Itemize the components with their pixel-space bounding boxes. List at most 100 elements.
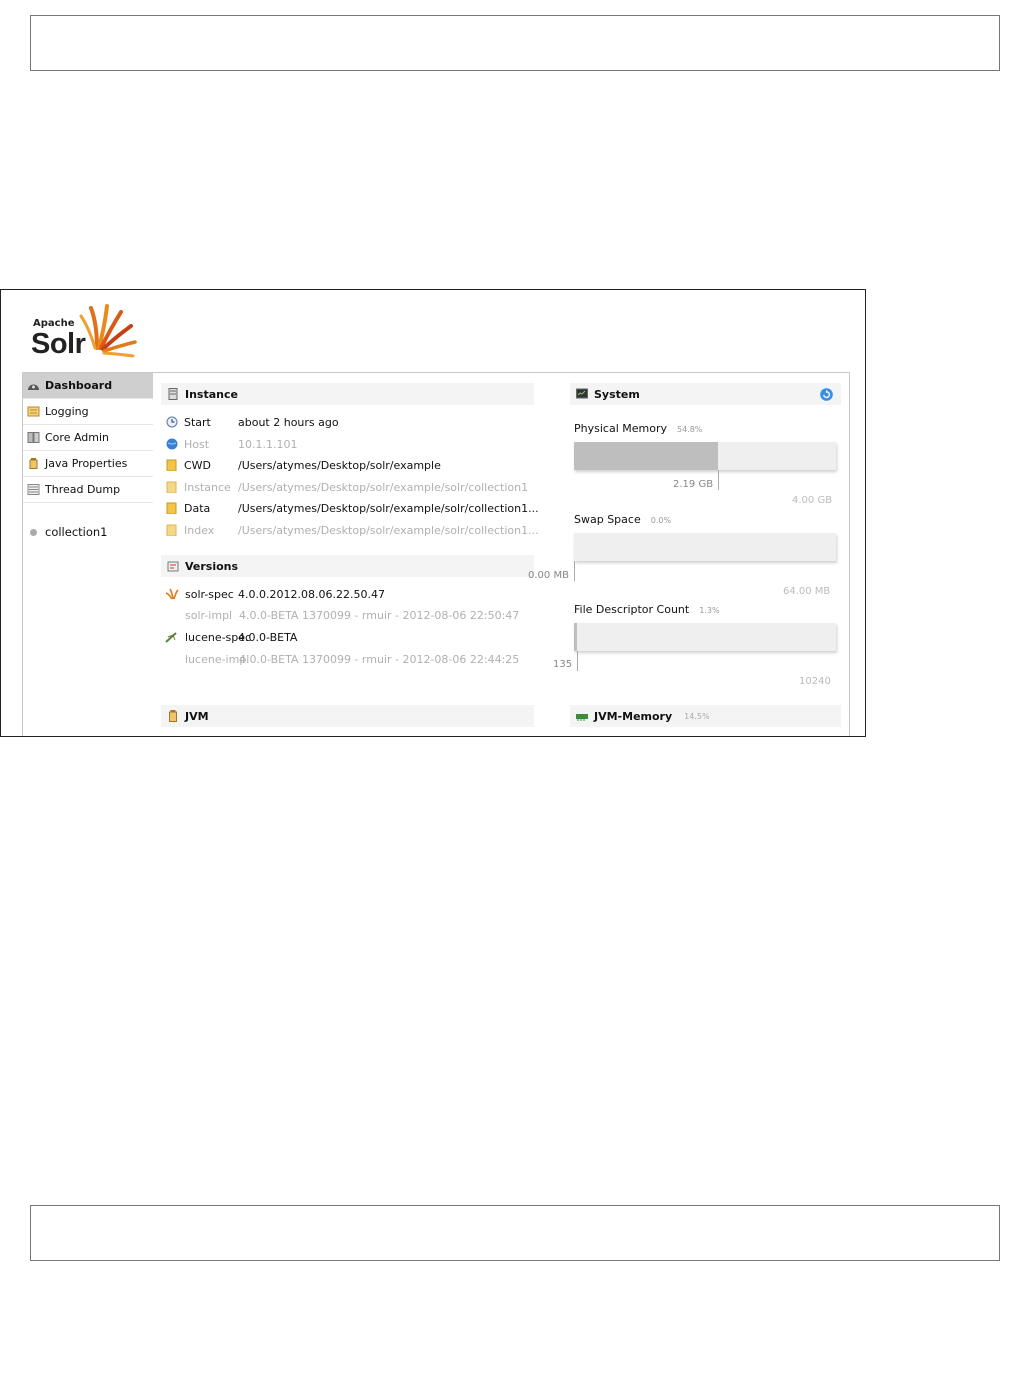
sidebar: Dashboard Logging Core Admin Java Proper… — [23, 373, 153, 545]
row-label: lucene-spec — [185, 630, 252, 644]
dashboard-icon — [28, 384, 39, 390]
monitor-icon — [576, 388, 588, 399]
globe-icon — [166, 438, 178, 450]
instance-row-data: Data /Users/atymes/Desktop/solr/example/… — [166, 499, 539, 517]
file-descriptor-bar — [574, 623, 836, 671]
server-icon — [168, 388, 178, 400]
row-value: /Users/atymes/Desktop/solr/example/solr/… — [238, 523, 539, 537]
solr-admin-screenshot: Apache Solr Dashboard Logging Core Admin… — [0, 289, 866, 737]
file-descriptor-used: 135 — [553, 659, 573, 670]
row-value: 4.0.0-BETA 1370099 - rmuir - 2012-08-06 … — [239, 652, 520, 666]
sidebar-item-thread-dump[interactable]: Thread Dump — [23, 477, 153, 503]
sidebar-item-label: Thread Dump — [45, 483, 121, 496]
row-label: solr-impl — [185, 608, 233, 622]
jvm-memory-header: JVM-Memory 14.5% — [570, 705, 841, 727]
swap-space-label: Swap Space 0.0% — [574, 513, 671, 526]
jvm-title: JVM — [185, 709, 209, 723]
row-value: 4.0.0-BETA — [238, 630, 298, 644]
system-header: System — [570, 383, 841, 405]
version-row-lucene-impl: lucene-impl 4.0.0-BETA 1370099 - rmuir -… — [185, 650, 519, 668]
thread-dump-icon — [27, 484, 40, 495]
version-row-solr-impl: solr-impl 4.0.0-BETA 1370099 - rmuir - 2… — [185, 606, 519, 624]
core-label: collection1 — [45, 525, 108, 539]
sidebar-item-dashboard[interactable]: Dashboard — [23, 373, 153, 399]
instance-row-host: Host 10.1.1.101 — [166, 435, 297, 453]
physical-memory-used: 2.19 GB — [673, 479, 714, 490]
core-admin-icon — [27, 432, 40, 443]
versions-header: Versions — [161, 555, 534, 577]
refresh-icon[interactable] — [820, 388, 833, 401]
swap-space-bar — [574, 533, 836, 581]
solr-icon — [165, 588, 179, 600]
physical-memory-label: Physical Memory 54.8% — [574, 422, 702, 435]
jvm-header: JVM — [161, 705, 534, 727]
sidebar-item-label: Dashboard — [45, 379, 113, 392]
row-value: /Users/atymes/Desktop/solr/example — [238, 458, 441, 472]
file-descriptor-total: 10240 — [799, 676, 831, 687]
java-icon — [29, 458, 38, 469]
physical-memory-title: Physical Memory — [574, 422, 667, 435]
folder-icon — [166, 481, 177, 493]
logging-icon — [27, 406, 40, 417]
swap-space-pct: 0.0% — [650, 516, 672, 525]
instance-header: Instance — [161, 383, 534, 405]
sidebar-item-logging[interactable]: Logging — [23, 399, 153, 425]
file-descriptor-pct: 1.3% — [699, 606, 720, 615]
core-item-collection1[interactable]: collection1 — [23, 519, 153, 545]
lucene-icon — [165, 632, 177, 643]
solr-logo: Apache Solr — [31, 302, 141, 362]
versions-icon — [167, 561, 179, 572]
physical-memory-bar — [574, 442, 836, 490]
row-label: Data — [184, 501, 211, 515]
row-label: Instance — [184, 480, 231, 494]
swap-space-title: Swap Space — [574, 513, 641, 526]
versions-title: Versions — [185, 559, 239, 573]
clock-icon — [166, 416, 178, 428]
row-value: 4.0.0.2012.08.06.22.50.47 — [238, 587, 385, 601]
instance-row-index: Index /Users/atymes/Desktop/solr/example… — [166, 521, 539, 539]
row-label: lucene-impl — [185, 652, 250, 666]
row-value: 10.1.1.101 — [238, 437, 298, 451]
instance-row-start: Start about 2 hours ago — [166, 413, 339, 431]
memory-chip-icon — [576, 714, 588, 721]
sidebar-item-label: Logging — [45, 405, 89, 418]
jvm-memory-pct: 14.5% — [684, 711, 710, 721]
row-label: CWD — [184, 458, 212, 472]
folder-icon — [166, 459, 177, 471]
row-label: solr-spec — [185, 587, 234, 601]
swap-space-used: 0.00 MB — [528, 570, 569, 581]
bar-used-tick — [717, 470, 719, 490]
folder-icon — [166, 524, 177, 536]
instance-row-instance: Instance /Users/atymes/Desktop/solr/exam… — [166, 478, 528, 496]
java-icon — [169, 710, 177, 722]
swap-space-total: 64.00 MB — [783, 586, 831, 597]
sun-logo-icon — [79, 304, 137, 358]
row-value: about 2 hours ago — [238, 415, 339, 429]
document-frame-bottom — [30, 1205, 1000, 1261]
bar-used-tick — [574, 561, 575, 581]
row-value: 4.0.0-BETA 1370099 - rmuir - 2012-08-06 … — [239, 608, 520, 622]
file-descriptor-fill — [574, 623, 578, 651]
core-status-dot — [30, 528, 37, 536]
sidebar-item-label: Core Admin — [45, 431, 110, 444]
version-row-lucene-spec: lucene-spec 4.0.0-BETA — [165, 628, 297, 646]
physical-memory-total: 4.00 GB — [792, 495, 833, 506]
row-value: /Users/atymes/Desktop/solr/example/solr/… — [238, 480, 529, 494]
file-descriptor-title: File Descriptor Count — [574, 603, 690, 616]
row-label: Host — [184, 437, 210, 451]
physical-memory-fill — [574, 442, 718, 470]
instance-title: Instance — [185, 387, 238, 401]
row-value: /Users/atymes/Desktop/solr/example/solr/… — [238, 501, 539, 515]
system-title: System — [594, 387, 640, 401]
jvm-memory-title: JVM-Memory — [594, 709, 673, 723]
file-descriptor-label: File Descriptor Count 1.3% — [574, 603, 720, 616]
sidebar-item-java-properties[interactable]: Java Properties — [23, 451, 153, 477]
document-frame-top — [30, 15, 1000, 71]
instance-row-cwd: CWD /Users/atymes/Desktop/solr/example — [166, 456, 441, 474]
sidebar-item-label: Java Properties — [45, 457, 128, 470]
sidebar-item-core-admin[interactable]: Core Admin — [23, 425, 153, 451]
row-label: Index — [184, 523, 215, 537]
version-row-solr-spec: solr-spec 4.0.0.2012.08.06.22.50.47 — [165, 585, 385, 603]
bar-used-tick — [577, 651, 579, 671]
folder-icon — [166, 502, 177, 514]
